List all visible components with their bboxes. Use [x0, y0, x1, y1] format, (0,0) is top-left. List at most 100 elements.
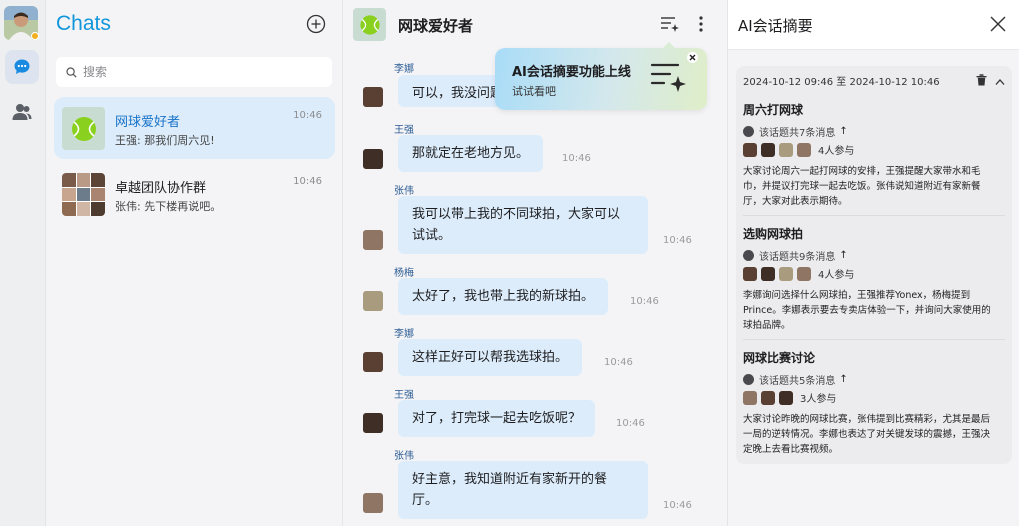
message-text: 太好了，我也带上我的新球拍。: [412, 289, 595, 304]
avatar: [743, 390, 757, 405]
nav-rail: [0, 0, 46, 526]
message-time: 10:46: [616, 418, 645, 429]
summary-time-range: 2024-10-12 09:46 至 2024-10-12 10:46: [743, 77, 940, 88]
message-text: 这样正好可以帮我选球拍。: [412, 350, 569, 365]
topic-description-line: 定晚上去看比赛视频。: [743, 444, 839, 455]
topic-description: 李娜询问选择什么网球拍，王强推荐Yonex，杨梅提到 Prince。李娜表示要去…: [743, 288, 1005, 333]
message-time: 10:46: [604, 357, 633, 368]
avatar: [797, 142, 811, 157]
ai-summary-button[interactable]: [659, 13, 681, 35]
participant-count: 4人参与: [818, 270, 855, 281]
conversation-title: 网球爱好者: [398, 17, 474, 35]
popup-close-button[interactable]: [687, 52, 698, 63]
avatar: [761, 266, 775, 281]
message-bubble[interactable]: 我可以带上我的不同球拍，大家可以 试试。: [398, 196, 648, 254]
avatar: [797, 266, 811, 281]
collapse-button[interactable]: [995, 75, 1005, 85]
contacts-nav-button[interactable]: [5, 95, 39, 129]
delete-summary-button[interactable]: [976, 74, 987, 86]
topic-participants: 4人参与: [743, 266, 854, 281]
ai-feature-popup[interactable]: AI会话摘要功能上线 试试看吧: [495, 42, 707, 110]
topic-description-line: 大家讨论周六一起打网球的安排，王强提醒大家带水和毛: [743, 166, 981, 177]
topic-description-line: 巾，并提议打完球一起去吃饭。张伟说知道附近有家新餐: [743, 181, 981, 192]
contacts-icon: [12, 104, 32, 120]
avatar: [363, 230, 383, 250]
popup-subtitle: 试试看吧: [512, 85, 556, 98]
avatar: [363, 352, 383, 372]
topic-title: 网球比赛讨论: [743, 351, 816, 365]
chat-preview: 王强: 那我们周六见!: [115, 134, 215, 147]
summary-topic: 网球比赛讨论 该话题共5条消息 ↑ 3人参与 大家讨论昨晚的网球比赛，张伟提到比…: [743, 349, 1005, 459]
message-bubble[interactable]: 这样正好可以帮我选球拍。: [398, 339, 583, 376]
avatar: [363, 149, 383, 169]
chat-preview: 张伟: 先下楼再说吧。: [115, 200, 222, 213]
ai-list-sparkle-icon: [661, 17, 679, 32]
topic-description-line: 大家讨论昨晚的网球比赛，张伟提到比赛精彩，尤其是最后: [743, 414, 991, 425]
message-bubble[interactable]: 太好了，我也带上我的新球拍。: [398, 278, 609, 315]
topic-meta[interactable]: 该话题共7条消息 ↑: [743, 124, 848, 139]
topic-description-line: 一局的逆转情况。李娜也表达了对关键发球的震撼，王强决: [743, 429, 991, 440]
tennis-ball-icon: [359, 14, 380, 35]
chat-item-tennis[interactable]: 网球爱好者 王强: 那我们周六见! 10:46: [54, 97, 335, 159]
tennis-ball-icon: [71, 116, 96, 141]
search-input[interactable]: [83, 65, 303, 79]
conversation-header: 网球爱好者: [343, 0, 727, 48]
close-icon: [689, 54, 696, 61]
message-text: 我可以带上我的不同球拍，大家可以: [412, 207, 621, 222]
status-dot: [31, 32, 39, 40]
message-text: 试试。: [412, 228, 452, 243]
group-avatar: [353, 8, 386, 41]
avatar: [363, 87, 383, 107]
message-time: 10:46: [562, 153, 591, 164]
new-chat-button[interactable]: [306, 14, 326, 34]
group-avatar: [62, 173, 105, 216]
arrow-up-icon: ↑: [839, 126, 848, 137]
chat-list-panel: Chats 网球爱好者 王强: 那我们周六见! 10:46: [46, 0, 343, 526]
chat-name: 网球爱好者: [115, 115, 181, 130]
avatar: [743, 142, 757, 157]
summary-card: 2024-10-12 09:46 至 2024-10-12 10:46 周六打网…: [736, 66, 1012, 464]
more-options-button[interactable]: [690, 13, 712, 35]
search-box[interactable]: [56, 57, 332, 87]
topic-meta[interactable]: 该话题共9条消息 ↑: [743, 248, 848, 263]
message-time: 10:46: [663, 235, 692, 246]
divider: [743, 339, 1005, 340]
more-vertical-icon: [699, 16, 703, 32]
topic-message-count: 该话题共5条消息: [759, 376, 836, 387]
search-icon: [66, 66, 77, 78]
topic-title: 选购网球拍: [743, 227, 804, 241]
close-panel-button[interactable]: [989, 15, 1007, 33]
arrow-up-icon: ↑: [839, 250, 848, 261]
topic-description-line: 李娜询问选择什么网球拍，王强推荐Yonex，杨梅提到: [743, 290, 971, 301]
message-sender: 李娜: [394, 329, 414, 340]
message-bubble[interactable]: 对了，打完球一起去吃饭呢？: [398, 400, 596, 437]
arrow-up-icon: ↑: [839, 374, 848, 385]
message-text: 对了，打完球一起去吃饭呢？: [412, 411, 582, 426]
group-avatar: [62, 107, 105, 150]
message-sender: 王强: [394, 125, 414, 136]
message-bubble[interactable]: 好主意，我知道附近有家新开的餐 厅。: [398, 461, 648, 519]
chat-time: 10:46: [293, 176, 322, 187]
summary-topic: 周六打网球 该话题共7条消息 ↑ 4人参与 大家讨论周六一起打网球的安排，王强提…: [743, 101, 1005, 216]
message-text: 厅。: [412, 493, 439, 508]
message-text: 可以，我没问题: [412, 86, 504, 101]
message-sender: 张伟: [394, 186, 414, 197]
page-title: Chats: [56, 12, 111, 35]
message-bubble[interactable]: 那就定在老地方见。: [398, 135, 544, 172]
chats-nav-button[interactable]: [5, 50, 39, 84]
topic-description-line: 球拍品牌。: [743, 320, 791, 331]
ai-summary-panel: AI会话摘要 2024-10-12 09:46 至 2024-10-12 10:…: [727, 0, 1019, 526]
avatar: [779, 390, 793, 405]
message-sender: 杨梅: [394, 268, 414, 279]
participant-count: 4人参与: [818, 146, 855, 157]
summary-topic: 选购网球拍 该话题共9条消息 ↑ 4人参与 李娜询问选择什么网球拍，王强推荐Yo…: [743, 225, 1005, 340]
chat-item-team[interactable]: 卓越团队协作群 张伟: 先下楼再说吧。 10:46: [54, 163, 335, 225]
panel-title: AI会话摘要: [738, 17, 813, 35]
trash-icon: [976, 74, 987, 86]
chat-bubble-icon: [14, 59, 30, 74]
topic-message-count: 该话题共9条消息: [759, 252, 836, 263]
topic-meta[interactable]: 该话题共5条消息 ↑: [743, 372, 848, 387]
chat-name: 卓越团队协作群: [115, 181, 207, 196]
avatar: [363, 413, 383, 433]
avatar: [761, 142, 775, 157]
